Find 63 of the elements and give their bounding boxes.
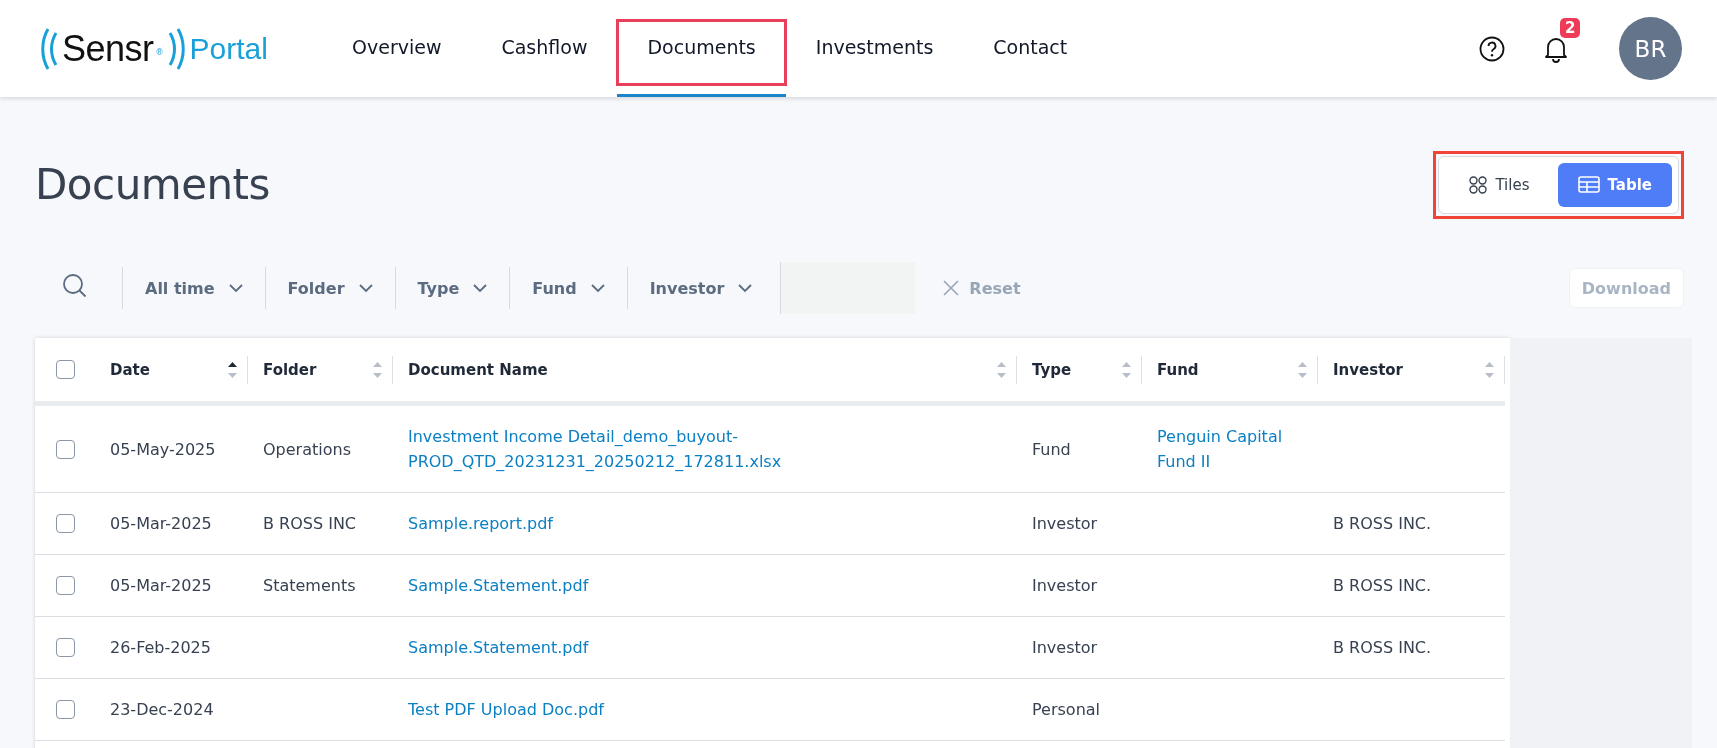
search-icon[interactable]	[62, 273, 88, 299]
column-header[interactable]: Investor	[1333, 360, 1403, 379]
type-cell-text: Fund	[1032, 438, 1071, 461]
chevron-down-icon	[358, 283, 373, 293]
grid-icon	[1469, 175, 1488, 194]
investor-cell-text: B ROSS INC.	[1333, 513, 1432, 535]
type-cell-text: Investor	[1032, 575, 1098, 597]
chevron-down-icon	[473, 283, 488, 293]
date-cell-text: 05-Mar-2025	[110, 575, 212, 597]
investor-cell-text: B ROSS INC.	[1333, 575, 1432, 597]
folder-cell-text: Statements	[263, 575, 356, 597]
checkbox[interactable]	[55, 700, 75, 719]
date-cell-text: 23-Dec-2024	[110, 699, 214, 721]
document-link[interactable]: Sample.report.pdf	[408, 511, 553, 536]
document-link[interactable]: Sample.Statement.pdf	[408, 635, 589, 660]
column-header[interactable]: Document Name	[408, 360, 548, 379]
type-cell-text: Investor	[1032, 513, 1098, 535]
chevron-down-icon	[590, 283, 605, 293]
nav-tab[interactable]: Documents	[617, 0, 786, 97]
registered-mark: ®	[155, 47, 164, 57]
nav-tab[interactable]: Contact	[963, 0, 1098, 97]
logo-product-name: Portal	[189, 31, 268, 66]
filter-dropdown[interactable]: Type	[394, 267, 510, 309]
checkbox[interactable]	[55, 638, 75, 657]
investor-cell-text: B ROSS INC.	[1333, 637, 1432, 659]
document-link[interactable]: Test PDF Upload Doc.pdf	[408, 697, 604, 722]
nav-tab[interactable]: Investments	[785, 0, 964, 97]
nav-tab[interactable]: Overview	[322, 0, 472, 97]
column-header[interactable]: Fund	[1157, 360, 1199, 379]
column-header[interactable]: Type	[1032, 360, 1072, 379]
document-link[interactable]: Sample.Statement.pdf	[408, 573, 589, 598]
help-icon[interactable]	[1479, 35, 1505, 62]
chevron-down-icon	[228, 283, 243, 293]
column-header[interactable]: Date	[110, 360, 150, 379]
checkbox[interactable]	[55, 439, 75, 459]
date-cell-text: 05-Mar-2025	[110, 513, 212, 535]
checkbox[interactable]	[55, 514, 75, 533]
user-avatar[interactable]: BR	[1619, 17, 1682, 80]
fund-link[interactable]: Penguin Capital Fund II	[1157, 424, 1287, 474]
date-cell-text: 05-May-2025	[110, 438, 216, 461]
type-cell-text: Personal	[1032, 699, 1100, 721]
notification-badge: 2	[1560, 17, 1581, 38]
date-cell-text: 26-Feb-2025	[110, 637, 211, 659]
filter-dropdown[interactable]: Investor	[626, 267, 775, 309]
view-option[interactable]: Table	[1557, 162, 1672, 207]
folder-cell-text: Operations	[263, 438, 351, 461]
type-cell-text: Investor	[1032, 637, 1098, 659]
checkbox[interactable]	[55, 360, 75, 379]
table-icon	[1577, 176, 1600, 193]
logo-wordmark: Sensr	[62, 27, 154, 70]
input-field[interactable]	[780, 262, 916, 314]
document-link[interactable]: Investment Income Detail_demo_buyout-PROD_QTD_20231231_20250212_172811.xlsx	[408, 424, 793, 474]
close-icon	[943, 280, 960, 296]
filter-dropdown[interactable]: Folder	[264, 267, 395, 309]
folder-cell-text: B ROSS INC	[263, 513, 357, 535]
page-title: Documents	[35, 160, 270, 209]
column-header[interactable]: Folder	[263, 360, 317, 379]
nav-tab[interactable]: Cashflow	[471, 0, 618, 97]
checkbox[interactable]	[55, 576, 75, 595]
sort-icon[interactable]	[227, 359, 238, 380]
filter-dropdown[interactable]: Fund	[509, 267, 627, 309]
filter-dropdown[interactable]: All time	[122, 267, 265, 309]
chevron-down-icon	[738, 283, 753, 293]
